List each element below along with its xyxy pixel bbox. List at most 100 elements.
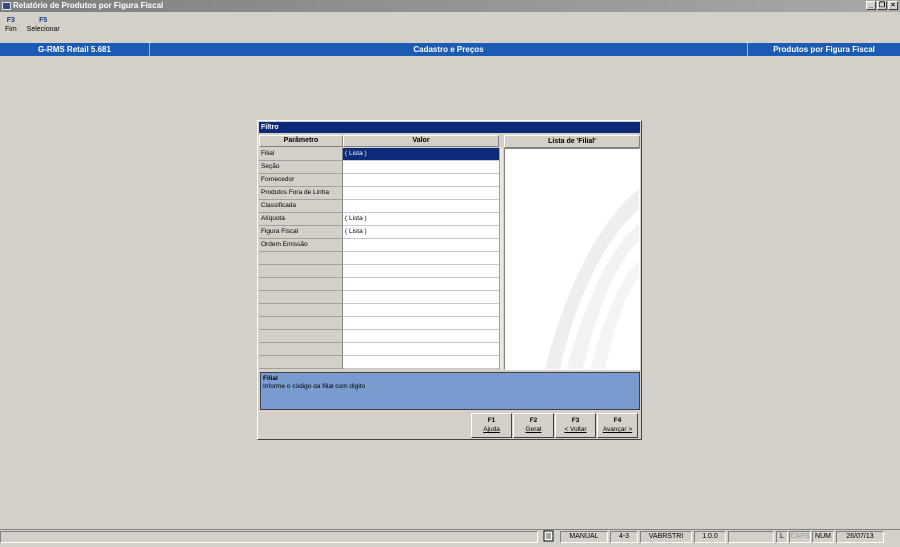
table-row[interactable] [259, 278, 499, 291]
param-cell[interactable]: Classificada [259, 200, 343, 213]
param-cell[interactable] [259, 278, 343, 291]
header-report: Produtos por Figura Fiscal [773, 45, 875, 54]
table-row[interactable]: Classificada [259, 200, 499, 213]
fkey-fim[interactable]: F3 Fim [0, 16, 22, 40]
table-row[interactable]: Figura Fiscal( Lista ) [259, 226, 499, 239]
geral-button[interactable]: F2 Geral [513, 413, 554, 438]
header-band: G-RMS Retail 5.681 Cadastro e Preços Pro… [0, 43, 900, 56]
table-row[interactable]: Seção [259, 161, 499, 174]
dialog-button-row: F1 Ajuda F2 Geral F3 < Voltar F4 Avançar… [471, 413, 638, 438]
list-header: Lista de 'Filial' [504, 135, 640, 148]
table-row[interactable] [259, 343, 499, 356]
status-caps: CAPS [789, 531, 811, 543]
table-row[interactable]: Filial( Lista ) [259, 148, 499, 161]
document-icon[interactable] [543, 530, 554, 542]
table-row[interactable] [259, 356, 499, 369]
fkey-selecionar[interactable]: F5 Selecionar [22, 16, 65, 40]
info-text: Informe o código da filial com dígito [263, 383, 366, 390]
button-label: < Voltar [564, 426, 587, 433]
value-cell[interactable] [343, 252, 499, 265]
status-blank-pane [728, 531, 774, 543]
param-cell[interactable] [259, 291, 343, 304]
value-cell[interactable]: ( Lista ) [343, 226, 499, 239]
value-cell[interactable] [343, 343, 499, 356]
param-cell[interactable] [259, 304, 343, 317]
status-program: VABRSTRI [640, 531, 692, 543]
grid-scrollbar[interactable] [499, 148, 503, 370]
window-controls: _ ❐ × [866, 1, 898, 10]
table-row[interactable] [259, 317, 499, 330]
table-row[interactable]: Produtos Fora de Linha [259, 187, 499, 200]
table-row[interactable]: Alíquota( Lista ) [259, 213, 499, 226]
filter-dialog: Filtro Parâmetro Valor Filial( Lista ) Se… [257, 120, 642, 440]
param-cell[interactable] [259, 330, 343, 343]
button-label: Avançar > [602, 426, 633, 433]
status-l: L [776, 531, 788, 543]
filial-list-panel[interactable] [504, 148, 640, 370]
ajuda-button[interactable]: F1 Ajuda [471, 413, 512, 438]
value-cell[interactable] [343, 304, 499, 317]
button-key: F4 [613, 417, 622, 424]
value-cell[interactable] [343, 330, 499, 343]
table-row[interactable] [259, 304, 499, 317]
param-cell[interactable]: Fornecedor [259, 174, 343, 187]
button-key: F2 [529, 417, 538, 424]
restore-button[interactable]: ❐ [877, 1, 887, 10]
fkey-label: Selecionar [26, 26, 60, 33]
fkey-key: F3 [6, 17, 15, 24]
param-cell[interactable] [259, 343, 343, 356]
app-icon [2, 2, 11, 10]
close-button[interactable]: × [888, 1, 898, 10]
value-cell[interactable] [343, 291, 499, 304]
button-key: F1 [487, 417, 496, 424]
value-cell[interactable] [343, 174, 499, 187]
button-key: F3 [571, 417, 580, 424]
value-cell[interactable]: ( Lista ) [343, 213, 499, 226]
voltar-button[interactable]: F3 < Voltar [555, 413, 596, 438]
param-cell[interactable]: Ordem Emissão [259, 239, 343, 252]
value-cell[interactable] [343, 161, 499, 174]
status-num: NUM [812, 531, 834, 543]
table-row[interactable] [259, 330, 499, 343]
param-cell[interactable] [259, 356, 343, 369]
table-row[interactable]: Fornecedor [259, 174, 499, 187]
table-row[interactable]: Ordem Emissão [259, 239, 499, 252]
button-label: Ajuda [483, 426, 500, 433]
value-cell[interactable] [343, 278, 499, 291]
function-key-bar: F3 Fim F5 Selecionar [0, 16, 65, 40]
fkey-key: F5 [39, 17, 48, 24]
status-bar: MANUAL 4-3 VABRSTRI 1.0.0 L CAPS NUM 26/… [0, 529, 900, 545]
window-title: Relatório de Produtos por Figura Fiscal [13, 1, 164, 10]
value-cell[interactable] [343, 317, 499, 330]
value-cell[interactable] [343, 265, 499, 278]
param-cell[interactable] [259, 317, 343, 330]
fkey-label: Fim [5, 26, 17, 33]
avancar-button[interactable]: F4 Avançar > [597, 413, 638, 438]
param-cell[interactable] [259, 252, 343, 265]
param-cell[interactable]: Filial [259, 148, 343, 161]
minimize-button[interactable]: _ [866, 1, 876, 10]
param-cell[interactable]: Produtos Fora de Linha [259, 187, 343, 200]
status-message-pane [0, 531, 538, 543]
param-cell[interactable]: Seção [259, 161, 343, 174]
header-product-name: G-RMS Retail 5.681 [0, 43, 150, 56]
status-date: 26/07/13 [836, 531, 884, 543]
param-cell[interactable] [259, 265, 343, 278]
dialog-title: Filtro [259, 122, 640, 133]
value-cell[interactable] [343, 356, 499, 369]
column-header-parametro: Parâmetro [259, 135, 343, 147]
param-cell[interactable]: Alíquota [259, 213, 343, 226]
status-code: 4-3 [610, 531, 638, 543]
value-cell[interactable] [343, 187, 499, 200]
table-row[interactable] [259, 265, 499, 278]
value-cell[interactable] [343, 200, 499, 213]
value-cell[interactable] [343, 239, 499, 252]
table-row[interactable] [259, 291, 499, 304]
info-title: Filial [263, 375, 278, 382]
param-cell[interactable]: Figura Fiscal [259, 226, 343, 239]
watermark-swoosh [545, 189, 639, 369]
button-label: Geral [525, 426, 542, 433]
table-row[interactable] [259, 252, 499, 265]
status-version: 1.0.0 [694, 531, 726, 543]
value-cell[interactable]: ( Lista ) [343, 148, 499, 161]
